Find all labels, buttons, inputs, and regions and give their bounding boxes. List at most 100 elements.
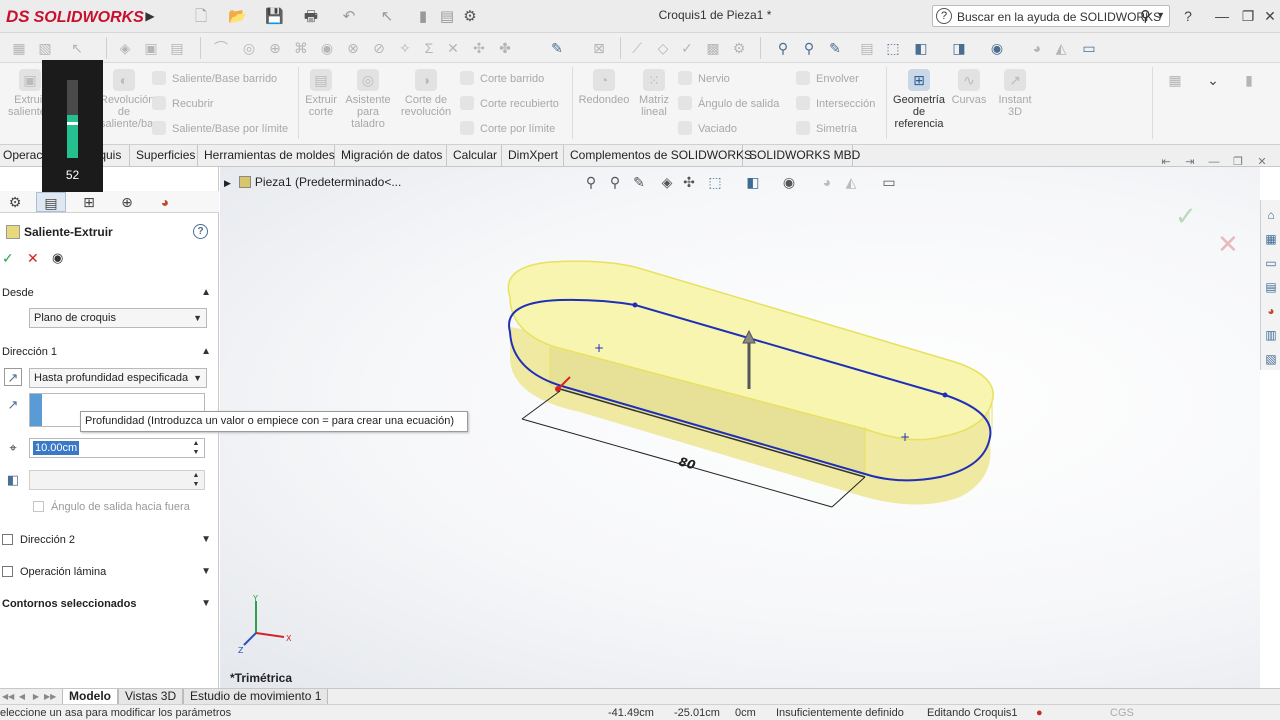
open-icon[interactable]: 📂 bbox=[228, 8, 247, 26]
solidworks-logo[interactable]: DS SOLIDWORKS bbox=[6, 5, 144, 29]
status-units[interactable]: CGS bbox=[1110, 705, 1134, 720]
sketch-point[interactable] bbox=[942, 392, 948, 398]
chevron-down-icon[interactable]: ▼ bbox=[1156, 10, 1165, 20]
sketch-tool-icon[interactable]: ✕ bbox=[444, 39, 462, 57]
hide-show-icon[interactable]: ◉ bbox=[988, 39, 1006, 57]
reference-geometry-button[interactable]: ⊞ Geometría de referencia bbox=[890, 69, 948, 130]
zoom-fit-icon[interactable]: ⚲ bbox=[774, 39, 792, 57]
desde-select[interactable]: Plano de croquis ▼ bbox=[29, 308, 207, 328]
section-direccion-2[interactable]: Dirección 2 ▼ bbox=[2, 531, 215, 549]
shell-button[interactable]: Vaciado bbox=[678, 121, 737, 137]
rib-button[interactable]: Nervio bbox=[678, 71, 730, 87]
appearance-icon[interactable]: ◕ bbox=[1028, 39, 1046, 57]
chevron-double-down-icon[interactable]: ⌄ bbox=[1204, 71, 1222, 89]
depth-input[interactable]: 10.00cm ▲ ▼ bbox=[29, 438, 205, 458]
tab-modelo[interactable]: Modelo bbox=[62, 689, 118, 705]
lofted-cut-button[interactable]: Corte recubierto bbox=[460, 96, 559, 112]
monitor-icon[interactable]: ▭ bbox=[1080, 39, 1098, 57]
ribbon-extra-icon[interactable]: ▮ bbox=[1240, 71, 1258, 89]
wrap-button[interactable]: Envolver bbox=[796, 71, 859, 87]
new-document-icon[interactable]: 🗋 bbox=[192, 8, 210, 26]
sketch-tool-icon[interactable]: ⌘ bbox=[292, 39, 310, 57]
draft-button[interactable]: Ángulo de salida bbox=[678, 96, 779, 112]
toolbar-tool-icon[interactable]: ▧ bbox=[36, 39, 54, 57]
dimxpert-manager-icon[interactable]: ⊕ bbox=[112, 192, 142, 212]
options-gear-icon[interactable]: ⚙ bbox=[461, 8, 479, 26]
viewport-expand-icon[interactable]: ⇥ bbox=[1180, 152, 1200, 172]
draft-angle-input[interactable]: ▲ ▼ bbox=[29, 470, 205, 490]
sketch-tool-icon[interactable]: ✤ bbox=[496, 39, 514, 57]
select-icon[interactable]: ↖ bbox=[378, 8, 396, 26]
intersect-button[interactable]: Intersección bbox=[796, 96, 875, 112]
ribbon-extra-icon[interactable]: ▦ bbox=[1166, 71, 1184, 89]
toolbar-tool-icon[interactable]: ▩ bbox=[704, 39, 722, 57]
linear-pattern-button[interactable]: ⁙ Matriz lineal bbox=[636, 69, 672, 118]
help-search-input[interactable]: ? Buscar en la ayuda de SOLIDWORKS ⚲ ▼ bbox=[932, 5, 1170, 27]
previous-view-icon[interactable]: ✎ bbox=[826, 39, 844, 57]
toolbar-tool-icon[interactable]: ◇ bbox=[654, 39, 672, 57]
spin-down-icon[interactable]: ▼ bbox=[189, 448, 203, 457]
feature-manager-icon[interactable]: ⚙ bbox=[0, 192, 30, 212]
sketch-point[interactable] bbox=[632, 302, 638, 308]
sum-icon[interactable]: Σ bbox=[420, 39, 438, 57]
custom-properties-icon[interactable]: ▥ bbox=[1263, 326, 1279, 344]
file-properties-icon[interactable]: ▤ bbox=[438, 8, 456, 26]
tab-complementos[interactable]: Complementos de SOLIDWORKS bbox=[564, 145, 752, 167]
boundary-boss-button[interactable]: Saliente/Base por límite bbox=[152, 121, 288, 137]
toolbar-tool-icon[interactable]: ◈ bbox=[116, 39, 134, 57]
view-palette-icon[interactable]: ▤ bbox=[1263, 278, 1279, 296]
hole-wizard-button[interactable]: ◎ Asistente para taladro bbox=[342, 69, 394, 130]
toolbar-tool-icon[interactable]: ▤ bbox=[168, 39, 186, 57]
sketch-tool-icon[interactable]: ◎ bbox=[240, 39, 258, 57]
section-operacion-lamina[interactable]: Operación lámina ▼ bbox=[2, 563, 215, 581]
design-library-icon[interactable]: ▦ bbox=[1263, 230, 1279, 248]
sketch-tool-icon[interactable]: ◉ bbox=[318, 39, 336, 57]
checkbox[interactable] bbox=[2, 534, 13, 545]
sketch-tool-icon[interactable]: ✧ bbox=[396, 39, 414, 57]
tab-vistas-3d[interactable]: Vistas 3D bbox=[118, 689, 184, 705]
minimize-button[interactable]: — bbox=[1212, 6, 1232, 26]
cancel-x-icon[interactable]: ✕ bbox=[27, 250, 39, 267]
end-condition-select[interactable]: Hasta profundidad especificada ▼ bbox=[29, 368, 207, 388]
spin-up-icon[interactable]: ▲ bbox=[189, 471, 203, 480]
spin-up-icon[interactable]: ▲ bbox=[189, 439, 203, 448]
tab-migracion-datos[interactable]: Migración de datos bbox=[335, 145, 447, 167]
display-style-icon[interactable]: ◨ bbox=[950, 39, 968, 57]
undo-icon[interactable]: ↶ bbox=[340, 8, 358, 26]
view-orientation-icon[interactable]: ⬚ bbox=[884, 39, 902, 57]
tab-solidworks-mbd[interactable]: SOLIDWORKS MBD bbox=[743, 145, 860, 167]
select-arrow-icon[interactable]: ↖ bbox=[68, 39, 86, 57]
swept-boss-button[interactable]: Saliente/Base barrido bbox=[152, 71, 277, 87]
tab-dimxpert[interactable]: DimXpert bbox=[502, 145, 564, 167]
checkbox[interactable] bbox=[2, 566, 13, 577]
search-icon[interactable]: ⚲ bbox=[1140, 7, 1151, 25]
loft-button[interactable]: Recubrir bbox=[152, 96, 214, 112]
toolbar-tool-icon[interactable]: ⚙ bbox=[730, 39, 748, 57]
toolbar-tool-icon[interactable]: ⟋ bbox=[628, 39, 646, 57]
tab-herramientas-moldes[interactable]: Herramientas de moldes bbox=[198, 145, 335, 167]
help-icon[interactable]: ? bbox=[1178, 6, 1198, 26]
toolbar-tool-icon[interactable]: ✓ bbox=[678, 39, 696, 57]
print-icon[interactable]: 🖶 bbox=[302, 8, 320, 26]
revolve-cut-button[interactable]: ◑ Corte de revolución bbox=[398, 69, 454, 118]
draft-angle-icon[interactable]: ◧ bbox=[4, 471, 22, 489]
scene-icon[interactable]: ◭ bbox=[1052, 39, 1070, 57]
section-direccion-1[interactable]: Dirección 1 ▲ bbox=[2, 343, 215, 361]
tab-calcular[interactable]: Calcular bbox=[447, 145, 502, 167]
spin-down-icon[interactable]: ▼ bbox=[189, 480, 203, 489]
restore-button[interactable]: ❐ bbox=[1238, 6, 1258, 26]
viewport-restore-button[interactable]: ❐ bbox=[1228, 152, 1248, 172]
save-icon[interactable]: 💾 bbox=[265, 8, 284, 26]
first-tab-arrow-icon[interactable]: ◀◀ bbox=[2, 690, 14, 703]
sketch-tool-icon[interactable]: ✣ bbox=[470, 39, 488, 57]
revolve-boss-button[interactable]: ◐ Revolución de saliente/base bbox=[100, 69, 165, 130]
home-icon[interactable]: ⌂ bbox=[1263, 206, 1279, 224]
section-view-icon[interactable]: ▤ bbox=[858, 39, 876, 57]
sketch-tool-icon[interactable]: ⊠ bbox=[590, 39, 608, 57]
menu-expand-icon[interactable]: ▶ bbox=[143, 6, 157, 26]
dimension-value[interactable]: 80 bbox=[677, 454, 697, 472]
file-explorer-icon[interactable]: ▭ bbox=[1263, 254, 1279, 272]
section-contornos[interactable]: Contornos seleccionados ▼ bbox=[2, 595, 215, 613]
tab-superficies[interactable]: Superficies bbox=[130, 145, 198, 167]
mirror-button[interactable]: Simetría bbox=[796, 121, 857, 137]
